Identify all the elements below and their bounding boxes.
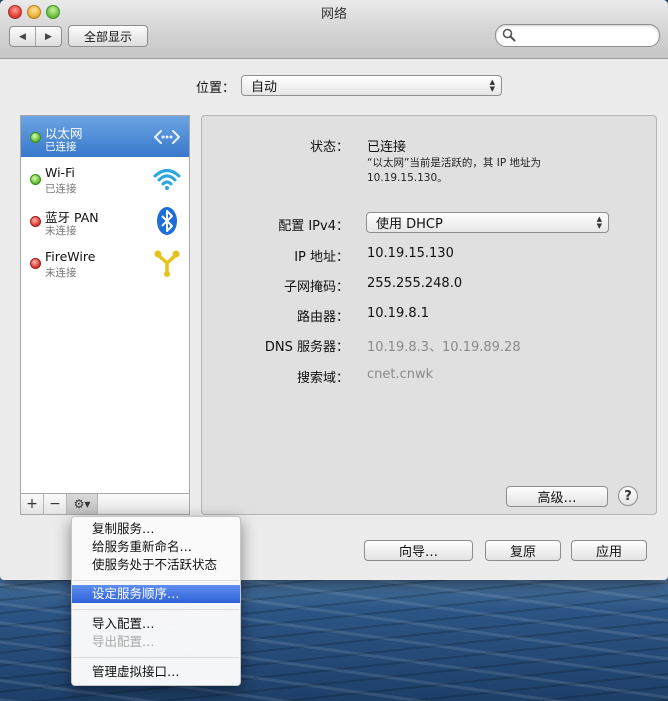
service-item-bluetooth-pan[interactable]: 蓝牙 PAN 未连接	[21, 200, 189, 241]
network-preferences-window: 网络 ◀ ▶ 全部显示 位置： 自动 ▲ ▼ 以太网 已连接 Wi-Fi 已连接…	[0, 0, 668, 580]
location-label: 位置：	[196, 81, 236, 96]
assist-me-button[interactable]: 向导…	[364, 540, 473, 561]
status-description-line: “以太网”当前是活跃的，其 IP 地址为	[367, 157, 541, 169]
status-description: “以太网”当前是活跃的，其 IP 地址为 10.19.15.130。	[367, 156, 541, 186]
service-detail-panel: 状态： 已连接 “以太网”当前是活跃的，其 IP 地址为 10.19.15.13…	[201, 115, 657, 515]
back-icon[interactable]: ◀	[10, 27, 36, 46]
subnet-mask-label: 子网掩码：	[283, 280, 349, 295]
dns-server-value: 10.19.8.3、10.19.89.28	[367, 340, 521, 355]
dns-server-label: DNS 服务器：	[264, 340, 349, 355]
service-status: 未连接	[45, 225, 77, 237]
status-dot-icon	[30, 258, 41, 269]
menu-item-manage-virtual-interfaces[interactable]: 管理虚拟接口…	[72, 663, 240, 681]
add-service-button[interactable]: +	[21, 494, 44, 514]
help-button[interactable]: ?	[618, 486, 638, 506]
menu-separator	[73, 657, 239, 658]
search-icon	[502, 28, 516, 42]
gear-action-menu: 复制服务… 给服务重新命名… 使服务处于不活跃状态 设定服务顺序… 导入配置… …	[71, 516, 241, 686]
subnet-mask-value: 255.255.248.0	[367, 276, 463, 291]
search-domain-value: cnet.cnwk	[367, 367, 434, 382]
service-list: 以太网 已连接 Wi-Fi 已连接 蓝牙 PAN 未连接 FireWire 未连…	[20, 115, 190, 515]
router-label: 路由器：	[296, 310, 349, 325]
router-value: 10.19.8.1	[367, 306, 430, 321]
status-dot-icon	[30, 132, 41, 143]
advanced-button[interactable]: 高级…	[506, 486, 608, 507]
forward-icon[interactable]: ▶	[36, 27, 61, 46]
service-item-firewire[interactable]: FireWire 未连接	[21, 242, 189, 283]
menu-item-rename-service[interactable]: 给服务重新命名…	[72, 538, 240, 556]
title-bar: 网络 ◀ ▶ 全部显示	[0, 0, 668, 59]
service-item-ethernet[interactable]: 以太网 已连接	[21, 116, 189, 157]
wifi-icon	[153, 169, 181, 190]
configure-ipv4-value: 使用 DHCP	[376, 217, 443, 232]
service-list-toolbar: + − ⚙▾	[21, 493, 189, 514]
apply-button[interactable]: 应用	[571, 540, 647, 561]
search-domain-label: 搜索域：	[296, 371, 349, 386]
gear-icon[interactable]: ⚙▾	[67, 494, 98, 514]
location-value: 自动	[251, 80, 278, 95]
location-popup[interactable]: 自动 ▲ ▼	[241, 75, 502, 96]
ip-address-label: IP 地址：	[294, 250, 349, 265]
firewire-icon	[154, 250, 180, 277]
service-item-wifi[interactable]: Wi-Fi 已连接	[21, 158, 189, 199]
revert-button[interactable]: 复原	[485, 540, 561, 561]
status-description-line: 10.19.15.130。	[367, 172, 448, 184]
window-title: 网络	[320, 7, 347, 22]
menu-item-duplicate-service[interactable]: 复制服务…	[72, 520, 240, 538]
remove-service-button[interactable]: −	[44, 494, 67, 514]
menu-item-export-configurations: 导出配置…	[92, 634, 155, 649]
menu-separator	[73, 580, 239, 581]
configure-ipv4-label: 配置 IPv4：	[278, 219, 349, 234]
status-label: 状态：	[309, 140, 349, 155]
menu-item-set-service-order[interactable]: 设定服务顺序…	[72, 585, 240, 603]
ip-address-value: 10.19.15.130	[367, 246, 454, 261]
search-input[interactable]	[495, 24, 660, 47]
show-all-button[interactable]: 全部显示	[68, 25, 148, 47]
status-dot-icon	[30, 174, 41, 185]
bluetooth-icon	[157, 207, 177, 235]
status-value: 已连接	[367, 140, 407, 155]
service-status: 已连接	[45, 141, 77, 153]
back-forward-control: ◀ ▶	[9, 26, 62, 47]
service-name: Wi-Fi	[45, 165, 75, 180]
configure-ipv4-popup[interactable]: 使用 DHCP ▲ ▼	[366, 212, 609, 233]
service-status: 未连接	[45, 267, 77, 279]
menu-separator	[73, 609, 239, 610]
popup-arrows-icon: ▲ ▼	[489, 77, 495, 93]
ethernet-icon	[154, 130, 180, 144]
service-name: FireWire	[45, 249, 96, 264]
menu-item-make-service-inactive[interactable]: 使服务处于不活跃状态	[72, 556, 240, 574]
popup-arrows-icon: ▲ ▼	[596, 214, 602, 230]
status-dot-icon	[30, 216, 41, 227]
service-status: 已连接	[45, 183, 77, 195]
menu-item-import-configurations[interactable]: 导入配置…	[72, 615, 240, 633]
